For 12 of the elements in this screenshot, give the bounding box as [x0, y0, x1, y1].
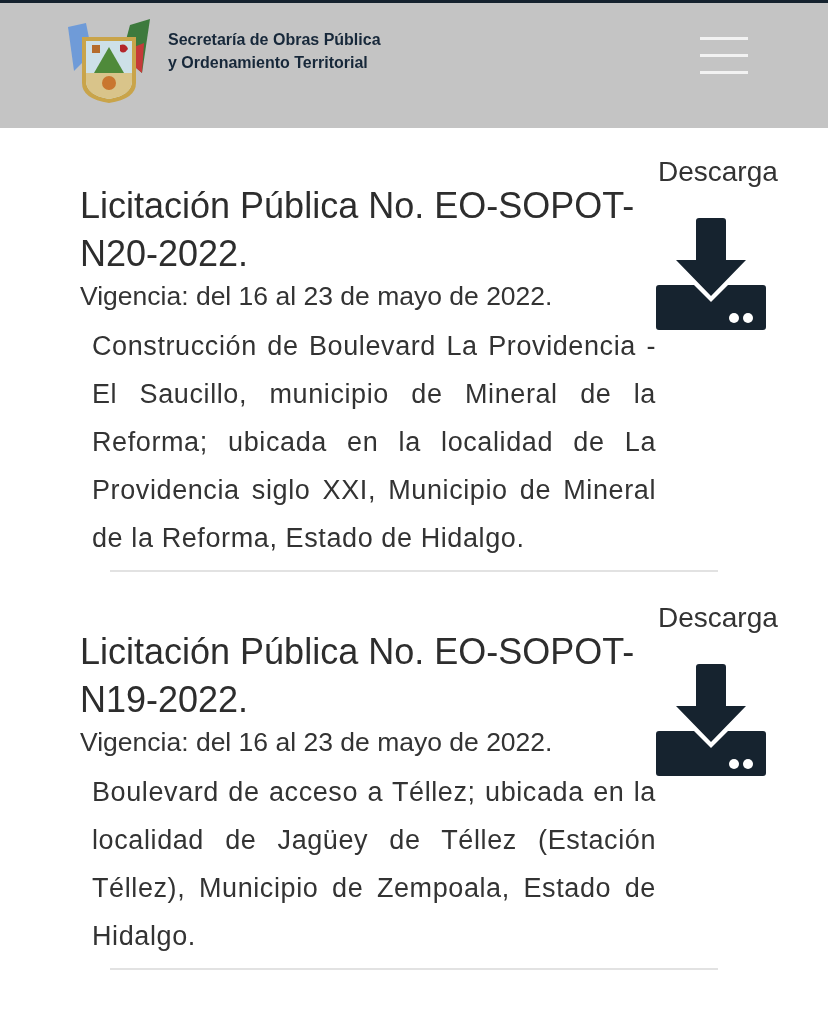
agency-name: y Ordenamiento Territorial: [168, 52, 369, 73]
validity-dates: Vigencia: del 16 al 23 de mayo de 2022.: [80, 280, 554, 313]
download-label: Descarga: [658, 601, 778, 635]
agency-name: Secretaría de Obras Pública: [168, 29, 381, 50]
tender-description: Construcción de Boulevard La Providencia - El Saucillo, municipio de Mineral de la Reforma; ubicada en la localidad de La Providencia siglo XXI, Municipio de Mineral de la Reforma, Estado de Hidalgo.: [92, 330, 656, 555]
download-icon[interactable]: [656, 218, 766, 330]
tender-title: Licitación Pública No. EO-SOPOT-N20-2022.: [80, 184, 636, 276]
download-icon[interactable]: [656, 664, 766, 776]
tender-description: Boulevard de acceso a Téllez; ubicada en la localidad de Jagüey de Téllez (Estación Téllez), Municipio de Zempoala, Estado de Hidalgo.: [92, 776, 656, 953]
tender-title: Licitación Pública No. EO-SOPOT-N19-2022.: [80, 630, 636, 722]
validity-dates: Vigencia: del 16 al 23 de mayo de 2022.: [80, 726, 554, 759]
download-label: Descarga: [658, 155, 778, 189]
